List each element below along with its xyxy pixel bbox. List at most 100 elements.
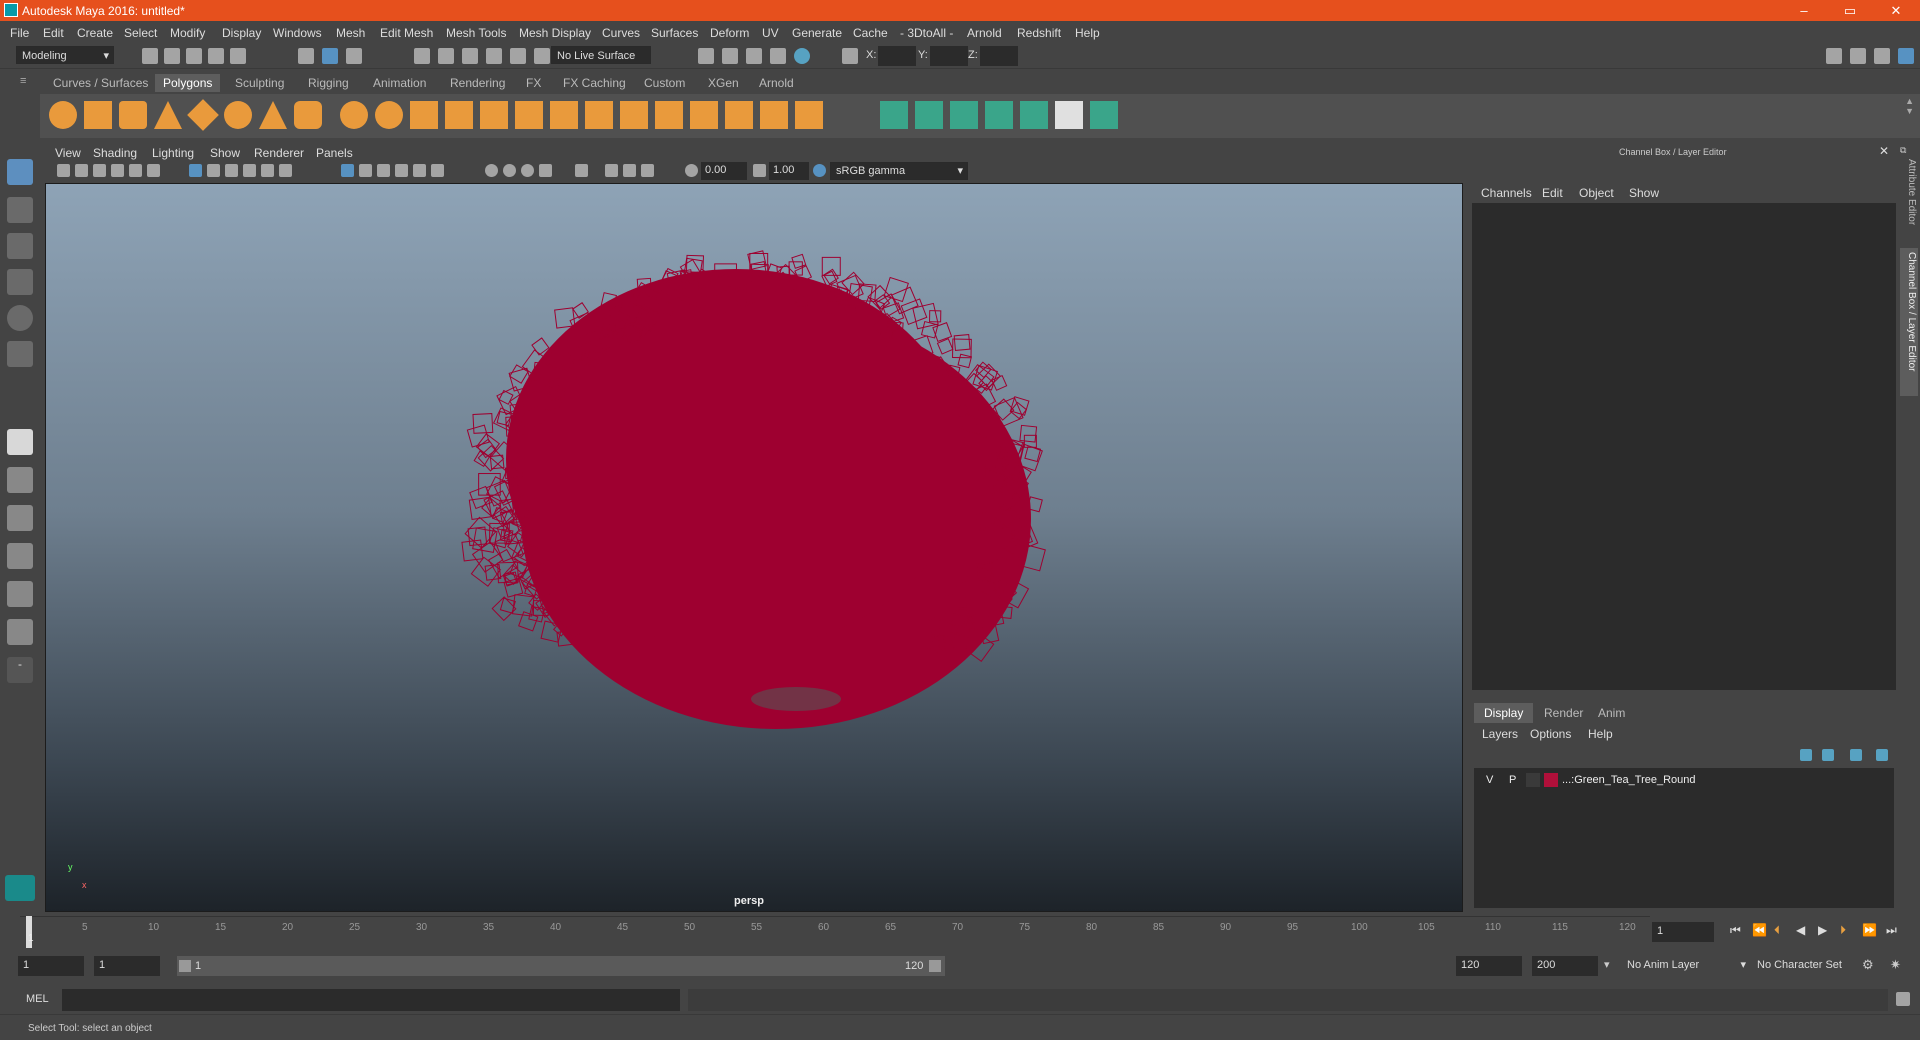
step-forward-key-icon[interactable]: ⏵ bbox=[1840, 923, 1846, 938]
film-gate-icon[interactable] bbox=[207, 164, 220, 177]
ambient-occlusion-icon[interactable] bbox=[485, 164, 498, 177]
tab-fx[interactable]: FX bbox=[518, 74, 549, 92]
close-button[interactable]: ✕ bbox=[1874, 1, 1918, 20]
modeling-toolkit-icon[interactable] bbox=[1826, 48, 1842, 64]
unfold-uv-icon[interactable] bbox=[1020, 101, 1048, 129]
le-menu-help[interactable]: Help bbox=[1588, 727, 1613, 741]
mel-label[interactable]: MEL bbox=[26, 993, 49, 1005]
bevel-icon[interactable] bbox=[585, 101, 613, 129]
tab-curves-surfaces[interactable]: Curves / Surfaces bbox=[45, 74, 156, 92]
layer-playback-toggle[interactable]: P bbox=[1509, 774, 1516, 786]
save-scene-icon[interactable] bbox=[186, 48, 202, 64]
depth-of-field-icon[interactable] bbox=[539, 164, 552, 177]
menu-file[interactable]: File bbox=[10, 26, 29, 40]
select-component-icon[interactable] bbox=[346, 48, 362, 64]
menu-cache[interactable]: Cache bbox=[853, 26, 888, 40]
range-slider[interactable]: 1 120 bbox=[177, 956, 945, 976]
chevron-down-icon[interactable]: ▾ bbox=[1604, 958, 1610, 971]
resolution-gate-icon[interactable] bbox=[225, 164, 238, 177]
planar-uv-icon[interactable] bbox=[880, 101, 908, 129]
maximize-button[interactable]: ▭ bbox=[1828, 1, 1872, 20]
layer-display-type[interactable] bbox=[1526, 773, 1540, 787]
grid-toggle-icon[interactable] bbox=[189, 164, 202, 177]
le-menu-options[interactable]: Options bbox=[1530, 727, 1571, 741]
le-menu-layers[interactable]: Layers bbox=[1482, 727, 1518, 741]
exposure-field[interactable]: 0.00 bbox=[701, 162, 747, 180]
auto-key-icon[interactable]: ⚙ bbox=[1862, 957, 1874, 973]
playback-start-field[interactable]: 1 bbox=[94, 956, 160, 976]
live-surface-field[interactable]: No Live Surface bbox=[551, 46, 651, 64]
ipr-render-icon[interactable] bbox=[746, 48, 762, 64]
select-tool-icon[interactable] bbox=[7, 159, 33, 185]
safe-action-icon[interactable] bbox=[279, 164, 292, 177]
menu-display[interactable]: Display bbox=[222, 26, 261, 40]
layout-uv-icon[interactable] bbox=[1090, 101, 1118, 129]
tab-animation[interactable]: Animation bbox=[365, 74, 434, 92]
bookmarks-icon[interactable] bbox=[93, 164, 106, 177]
rotate-tool-icon[interactable] bbox=[7, 305, 33, 331]
menu-help[interactable]: Help bbox=[1075, 26, 1100, 40]
exposure-icon[interactable] bbox=[685, 164, 698, 177]
layer-move-down-icon[interactable] bbox=[1822, 749, 1834, 761]
scale-tool-icon[interactable] bbox=[7, 341, 33, 367]
range-start-handle[interactable] bbox=[179, 960, 191, 972]
menu-redshift[interactable]: Redshift bbox=[1017, 26, 1061, 40]
poly-pyramid-icon[interactable] bbox=[259, 101, 287, 129]
poly-cube-icon[interactable] bbox=[84, 101, 112, 129]
tab-sculpting[interactable]: Sculpting bbox=[227, 74, 292, 92]
play-forwards-icon[interactable]: ▶ bbox=[1818, 923, 1827, 937]
mirror-icon[interactable] bbox=[445, 101, 473, 129]
field-chart-icon[interactable] bbox=[261, 164, 274, 177]
open-scene-icon[interactable] bbox=[164, 48, 180, 64]
go-to-start-icon[interactable]: ⏮ bbox=[1730, 923, 1741, 938]
image-plane-icon[interactable] bbox=[111, 164, 124, 177]
transform-mode-icon[interactable] bbox=[842, 48, 858, 64]
snap-grid-icon[interactable] bbox=[414, 48, 430, 64]
single-view-layout-icon[interactable] bbox=[7, 429, 33, 455]
menu-edit-mesh[interactable]: Edit Mesh bbox=[380, 26, 433, 40]
snap-projected-icon[interactable] bbox=[486, 48, 502, 64]
snap-point-icon[interactable] bbox=[462, 48, 478, 64]
render-settings-icon[interactable] bbox=[770, 48, 786, 64]
menu-select[interactable]: Select bbox=[124, 26, 157, 40]
menu-set-dropdown[interactable]: Modeling ▾ bbox=[16, 46, 114, 64]
motion-blur-icon[interactable] bbox=[503, 164, 516, 177]
new-layer-selected-icon[interactable] bbox=[1876, 749, 1888, 761]
menu-windows[interactable]: Windows bbox=[273, 26, 322, 40]
tab-fx-caching[interactable]: FX Caching bbox=[555, 74, 634, 92]
separate-icon[interactable] bbox=[375, 101, 403, 129]
menu-arnold[interactable]: Arnold bbox=[967, 26, 1002, 40]
menu-curves[interactable]: Curves bbox=[602, 26, 640, 40]
poly-pipe-icon[interactable] bbox=[294, 101, 322, 129]
tab-rendering[interactable]: Rendering bbox=[442, 74, 513, 92]
tab-anim[interactable]: Anim bbox=[1588, 703, 1635, 723]
persp-uv-layout-icon[interactable] bbox=[7, 619, 33, 645]
panel-menu-lighting[interactable]: Lighting bbox=[152, 146, 194, 160]
perspective-viewport[interactable]: persp y x bbox=[45, 183, 1463, 912]
minimize-button[interactable]: – bbox=[1782, 1, 1826, 20]
scene-end-field[interactable]: 200 bbox=[1532, 956, 1598, 976]
z-field[interactable] bbox=[980, 46, 1018, 66]
target-weld-icon[interactable] bbox=[725, 101, 753, 129]
layer-visibility-toggle[interactable]: V bbox=[1486, 774, 1493, 786]
reduce-icon[interactable] bbox=[515, 101, 543, 129]
gamma-field[interactable]: 1.00 bbox=[769, 162, 809, 180]
new-empty-layer-icon[interactable] bbox=[1850, 749, 1862, 761]
tab-arnold[interactable]: Arnold bbox=[751, 74, 802, 92]
step-forward-frame-icon[interactable]: ⏩ bbox=[1862, 923, 1877, 937]
play-backwards-icon[interactable]: ◀ bbox=[1796, 923, 1805, 937]
color-management-icon[interactable] bbox=[813, 164, 826, 177]
spherical-uv-icon[interactable] bbox=[950, 101, 978, 129]
range-end-handle[interactable] bbox=[929, 960, 941, 972]
current-frame-field[interactable]: 1 bbox=[1652, 922, 1714, 942]
combine-icon[interactable] bbox=[340, 101, 368, 129]
menu-uv[interactable]: UV bbox=[762, 26, 779, 40]
extrude-icon[interactable] bbox=[550, 101, 578, 129]
move-tool-icon[interactable] bbox=[7, 269, 33, 295]
tab-xgen[interactable]: XGen bbox=[700, 74, 747, 92]
lasso-tool-icon[interactable] bbox=[7, 197, 33, 223]
xray-active-icon[interactable] bbox=[641, 164, 654, 177]
layer-move-up-icon[interactable] bbox=[1800, 749, 1812, 761]
view-transform-dropdown[interactable]: sRGB gamma ▾ bbox=[830, 162, 968, 180]
menu-deform[interactable]: Deform bbox=[710, 26, 749, 40]
